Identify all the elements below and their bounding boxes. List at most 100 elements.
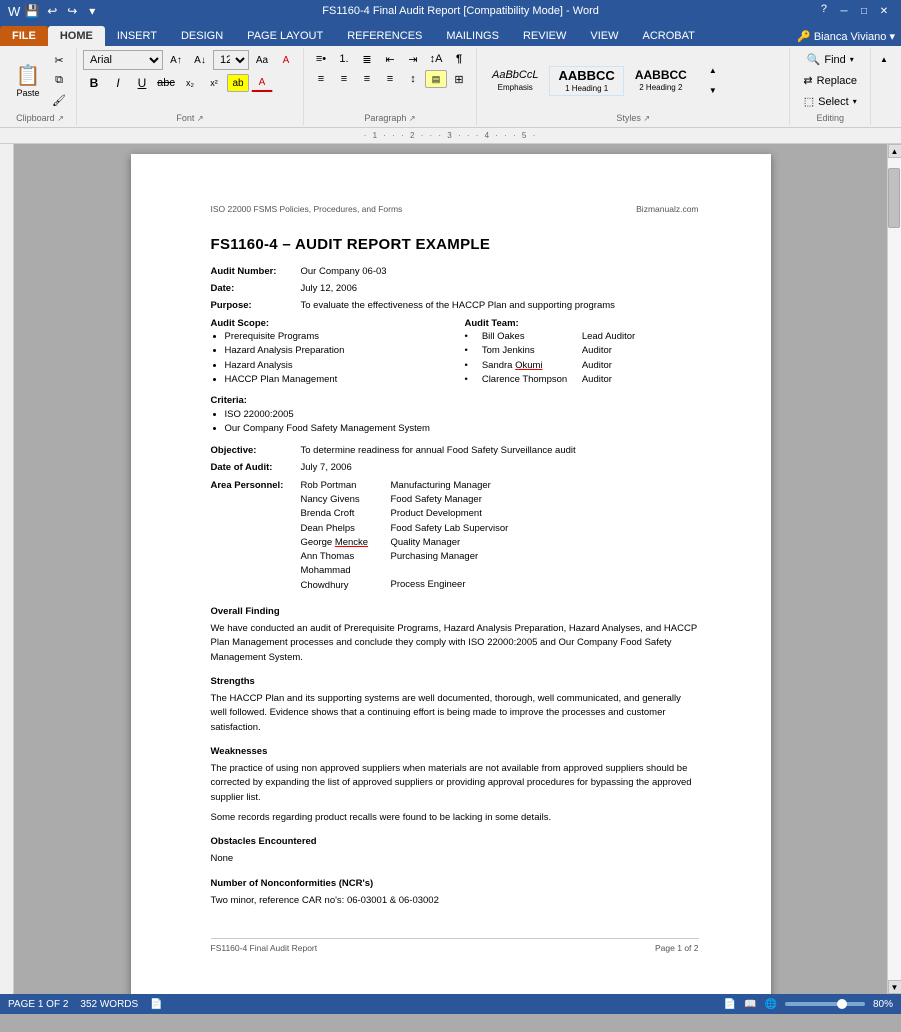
- status-bar: PAGE 1 OF 2 352 WORDS 📄 📄 📖 🌐 80%: [0, 994, 901, 1014]
- tab-review[interactable]: REVIEW: [511, 26, 578, 46]
- font-name-select[interactable]: Arial: [83, 50, 163, 70]
- user-area: 🔑 Bianca Viviano ▾: [707, 26, 901, 46]
- numbering-button[interactable]: 1.: [333, 50, 355, 68]
- page-indicator: PAGE 1 OF 2: [8, 999, 68, 1010]
- select-button[interactable]: ⬚ Select ▾: [797, 92, 864, 111]
- scrollbar-track[interactable]: [888, 158, 901, 980]
- sort-button[interactable]: ↕A: [425, 50, 447, 68]
- close-button[interactable]: ✕: [875, 3, 893, 19]
- style-emphasis-sample: AaBbCcL: [492, 70, 538, 81]
- cut-button[interactable]: ✂: [48, 52, 70, 70]
- font-shrink-button[interactable]: A↓: [189, 51, 211, 69]
- vertical-scrollbar: ▲ ▼: [887, 144, 901, 994]
- font-group: Arial A↑ A↓ 12 Aa A B I U abc x₂ x²: [77, 48, 304, 125]
- decrease-indent-button[interactable]: ⇤: [379, 50, 401, 68]
- objective-value: To determine readiness for annual Food S…: [301, 444, 576, 457]
- font-color-button[interactable]: A: [251, 74, 273, 92]
- ribbon: FILE HOME INSERT DESIGN PAGE LAYOUT REFE…: [0, 22, 901, 128]
- tab-home[interactable]: HOME: [48, 26, 105, 46]
- personnel-row-0: Rob Portman Manufacturing Manager: [301, 479, 509, 493]
- strengths-text: The HACCP Plan and its supporting system…: [211, 692, 699, 735]
- superscript-button[interactable]: x²: [203, 74, 225, 92]
- format-painter-button[interactable]: 🖌: [48, 92, 70, 110]
- styles-up-button[interactable]: ▲: [702, 62, 724, 80]
- increase-indent-button[interactable]: ⇥: [402, 50, 424, 68]
- status-right: 📄 📖 🌐 80%: [724, 999, 893, 1010]
- minimize-button[interactable]: ─: [835, 3, 853, 19]
- styles-area: AaBbCcL Emphasis AABBCC 1 Heading 1 AABB…: [483, 62, 724, 100]
- show-formatting-button[interactable]: ¶: [448, 50, 470, 68]
- subscript-button[interactable]: x₂: [179, 74, 201, 92]
- style-heading2[interactable]: AABBCC 2 Heading 2: [626, 66, 696, 95]
- font-row: Arial A↑ A↓ 12 Aa A: [83, 50, 297, 70]
- replace-button[interactable]: ⇄ Replace: [796, 71, 864, 90]
- document-main-title: FS1160-4 – AUDIT REPORT EXAMPLE: [211, 234, 699, 255]
- strikethrough-button[interactable]: abc: [155, 74, 177, 92]
- view-print-button[interactable]: 📄: [724, 999, 736, 1010]
- replace-label: Replace: [817, 75, 857, 87]
- personnel-row-1: Nancy Givens Food Safety Manager: [301, 493, 509, 507]
- qat-more-button[interactable]: ▾: [84, 4, 100, 18]
- scroll-down-button[interactable]: ▼: [888, 980, 901, 994]
- scope-item-1: Prerequisite Programs: [225, 330, 445, 343]
- view-web-button[interactable]: 🌐: [765, 999, 777, 1010]
- tab-references[interactable]: REFERENCES: [335, 26, 434, 46]
- line-spacing-button[interactable]: ↕: [402, 70, 424, 88]
- copy-button[interactable]: ⧉: [48, 72, 70, 90]
- font-size-select[interactable]: 12: [213, 50, 249, 70]
- title-bar: W 💾 ↩ ↪ ▾ FS1160-4 Final Audit Report [C…: [0, 0, 901, 22]
- find-icon: 🔍: [807, 53, 821, 66]
- style-heading1[interactable]: AABBCC 1 Heading 1: [549, 66, 623, 96]
- tab-mailings[interactable]: MAILINGS: [434, 26, 511, 46]
- audit-scope-label: Audit Scope:: [211, 317, 445, 330]
- styles-label: Styles ↗: [483, 113, 783, 123]
- scroll-up-button[interactable]: ▲: [888, 144, 901, 158]
- date-of-audit-row: Date of Audit: July 7, 2006: [211, 461, 699, 474]
- style-emphasis[interactable]: AaBbCcL Emphasis: [483, 67, 547, 95]
- scrollbar-thumb[interactable]: [888, 168, 900, 228]
- find-button[interactable]: 🔍 Find ▾: [800, 50, 861, 69]
- style-emphasis-label: Emphasis: [498, 83, 533, 92]
- italic-button[interactable]: I: [107, 74, 129, 92]
- scope-item-4: HACCP Plan Management: [225, 373, 445, 386]
- style-heading1-label: 1 Heading 1: [565, 84, 608, 93]
- shading-button[interactable]: ▤: [425, 70, 447, 88]
- team-name-2: Tom Jenkins: [482, 344, 572, 357]
- undo-button[interactable]: ↩: [44, 4, 60, 18]
- tab-page-layout[interactable]: PAGE LAYOUT: [235, 26, 335, 46]
- paragraph-label: Paragraph ↗: [310, 113, 470, 123]
- p-name-6: MohammadChowdhury: [301, 564, 381, 593]
- help-icon[interactable]: ?: [821, 3, 827, 19]
- borders-button[interactable]: ⊞: [448, 70, 470, 88]
- paste-button[interactable]: 📋 Paste: [10, 58, 46, 103]
- text-effects-button[interactable]: A: [275, 51, 297, 69]
- align-center-button[interactable]: ≡: [333, 70, 355, 88]
- bullets-button[interactable]: ≡•: [310, 50, 332, 68]
- save-button[interactable]: 💾: [24, 4, 40, 18]
- align-left-button[interactable]: ≡: [310, 70, 332, 88]
- restore-button[interactable]: □: [855, 3, 873, 19]
- bold-button[interactable]: B: [83, 74, 105, 92]
- tab-acrobat[interactable]: ACROBAT: [630, 26, 706, 46]
- select-label: Select: [818, 96, 849, 108]
- multilevel-button[interactable]: ≣: [356, 50, 378, 68]
- clear-format-button[interactable]: Aa: [251, 51, 273, 69]
- ribbon-collapse-button[interactable]: ▲: [873, 50, 895, 68]
- align-right-button[interactable]: ≡: [356, 70, 378, 88]
- document-area: ISO 22000 FSMS Policies, Procedures, and…: [0, 144, 901, 994]
- page-footer: FS1160-4 Final Audit Report Page 1 of 2: [211, 938, 699, 955]
- view-read-button[interactable]: 📖: [744, 999, 756, 1010]
- underline-button[interactable]: U: [131, 74, 153, 92]
- justify-button[interactable]: ≡: [379, 70, 401, 88]
- window-controls: ? ─ □ ✕: [821, 3, 893, 19]
- tab-view[interactable]: VIEW: [578, 26, 630, 46]
- font-grow-button[interactable]: A↑: [165, 51, 187, 69]
- tab-design[interactable]: DESIGN: [169, 26, 235, 46]
- redo-button[interactable]: ↪: [64, 4, 80, 18]
- zoom-slider[interactable]: [785, 1002, 865, 1006]
- tab-insert[interactable]: INSERT: [105, 26, 169, 46]
- styles-down-button[interactable]: ▼: [702, 82, 724, 100]
- highlight-button[interactable]: ab: [227, 74, 249, 92]
- tab-file[interactable]: FILE: [0, 26, 48, 46]
- document-page: ISO 22000 FSMS Policies, Procedures, and…: [131, 154, 771, 994]
